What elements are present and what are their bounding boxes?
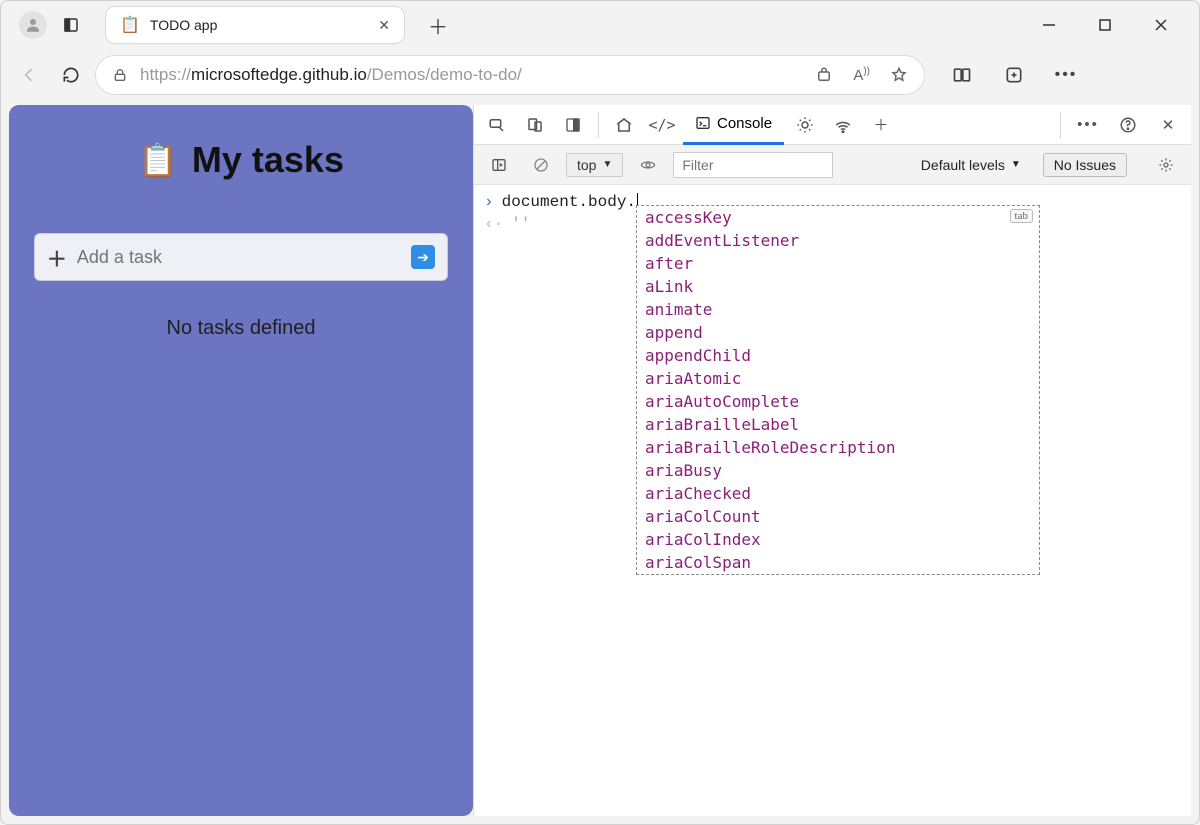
chevron-left-icon: ‹· <box>484 215 503 233</box>
autocomplete-item[interactable]: ariaBrailleLabel <box>637 413 1039 436</box>
more-button[interactable]: ••• <box>1053 62 1079 88</box>
console-tab[interactable]: Console <box>683 105 784 145</box>
clipboard-icon: 📋 <box>120 15 140 35</box>
autocomplete-item[interactable]: ariaBusy <box>637 459 1039 482</box>
autocomplete-item[interactable]: ariaColIndex <box>637 528 1039 551</box>
profile-button[interactable] <box>19 11 47 39</box>
autocomplete-item[interactable]: animate <box>637 298 1039 321</box>
scroll-up-arrow[interactable]: ▲ <box>1039 206 1040 216</box>
todo-page: 📋 My tasks ＋ ➔ No tasks defined <box>9 105 473 816</box>
page-title: 📋 My tasks <box>138 139 344 181</box>
console-toolbar: top ▼ Default levels ▼ No Issues <box>474 145 1191 185</box>
autocomplete-item[interactable]: ariaColCount <box>637 505 1039 528</box>
url-field[interactable]: https://microsoftedge.github.io/Demos/de… <box>95 55 925 95</box>
log-levels-selector[interactable]: Default levels ▼ <box>921 157 1021 173</box>
chevron-right-icon: › <box>484 193 494 211</box>
lock-icon <box>112 67 128 83</box>
clear-console-button[interactable] <box>524 149 558 181</box>
maximize-button[interactable] <box>1093 13 1117 37</box>
back-button[interactable] <box>11 57 47 93</box>
add-task-field[interactable]: ＋ ➔ <box>34 233 448 281</box>
console-settings-button[interactable] <box>1149 149 1183 181</box>
device-button[interactable] <box>518 109 552 141</box>
autocomplete-item[interactable]: ariaBrailleRoleDescription <box>637 436 1039 459</box>
read-aloud-button[interactable]: A)) <box>853 66 870 84</box>
autocomplete-item[interactable]: after <box>637 252 1039 275</box>
autocomplete-item[interactable]: ariaAutoComplete <box>637 390 1039 413</box>
autocomplete-item[interactable]: accessKey <box>637 206 1039 229</box>
scroll-down-arrow[interactable]: ▼ <box>1039 564 1040 574</box>
devtools-panel: </> Console ＋ ••• ✕ top ▼ <box>473 105 1191 816</box>
live-expression-button[interactable] <box>631 149 665 181</box>
refresh-button[interactable] <box>53 57 89 93</box>
autocomplete-item[interactable]: ariaChecked <box>637 482 1039 505</box>
console-body[interactable]: › document.body. ‹· '' tab accessKeyaddE… <box>474 185 1191 816</box>
autocomplete-item[interactable]: append <box>637 321 1039 344</box>
address-bar: https://microsoftedge.github.io/Demos/de… <box>1 49 1199 101</box>
close-window-button[interactable] <box>1149 13 1173 37</box>
sidebar-toggle[interactable] <box>482 149 516 181</box>
split-screen-button[interactable] <box>949 62 975 88</box>
collections-button[interactable] <box>1001 62 1027 88</box>
url-text: https://microsoftedge.github.io/Demos/de… <box>140 65 522 85</box>
autocomplete-popup[interactable]: tab accessKeyaddEventListenerafteraLinka… <box>636 205 1040 575</box>
scroll-thumb[interactable] <box>1039 220 1040 300</box>
tab-title: TODO app <box>150 17 368 33</box>
elements-tab[interactable]: </> <box>645 109 679 141</box>
autocomplete-item[interactable]: ariaAtomic <box>637 367 1039 390</box>
submit-task-button[interactable]: ➔ <box>411 245 435 269</box>
tab-hint: tab <box>1010 209 1033 223</box>
clipboard-icon: 📋 <box>138 141 178 179</box>
shopping-icon[interactable] <box>815 66 833 84</box>
devtools-help-button[interactable] <box>1111 109 1145 141</box>
network-tab[interactable] <box>826 109 860 141</box>
autocomplete-item[interactable]: ariaColSpan <box>637 551 1039 574</box>
context-selector[interactable]: top ▼ <box>566 153 623 177</box>
inspect-button[interactable] <box>480 109 514 141</box>
devtools-close-button[interactable]: ✕ <box>1151 109 1185 141</box>
devtools-tabbar: </> Console ＋ ••• ✕ <box>474 105 1191 145</box>
autocomplete-scrollbar[interactable]: ▲ ▼ <box>1039 206 1040 574</box>
browser-window: 📋 TODO app ✕ ＋ https://microsoftedge.git… <box>0 0 1200 825</box>
add-task-input[interactable] <box>77 247 401 268</box>
console-filter-input[interactable] <box>673 152 833 178</box>
browser-tab[interactable]: 📋 TODO app ✕ <box>105 6 405 44</box>
autocomplete-item[interactable]: addEventListener <box>637 229 1039 252</box>
autocomplete-item[interactable]: aLink <box>637 275 1039 298</box>
empty-state: No tasks defined <box>167 317 316 340</box>
plus-icon: ＋ <box>47 243 67 272</box>
sources-tab[interactable] <box>788 109 822 141</box>
issues-button[interactable]: No Issues <box>1043 153 1127 177</box>
favorite-button[interactable] <box>890 66 908 84</box>
minimize-button[interactable] <box>1037 13 1061 37</box>
tab-actions-button[interactable] <box>57 11 85 39</box>
dock-button[interactable] <box>556 109 590 141</box>
new-tab-button[interactable]: ＋ <box>423 10 453 40</box>
welcome-tab[interactable] <box>607 109 641 141</box>
titlebar: 📋 TODO app ✕ ＋ <box>1 1 1199 49</box>
tab-close-button[interactable]: ✕ <box>378 17 390 34</box>
devtools-more-button[interactable]: ••• <box>1071 109 1105 141</box>
autocomplete-item[interactable]: appendChild <box>637 344 1039 367</box>
more-tabs-button[interactable]: ＋ <box>864 109 898 141</box>
